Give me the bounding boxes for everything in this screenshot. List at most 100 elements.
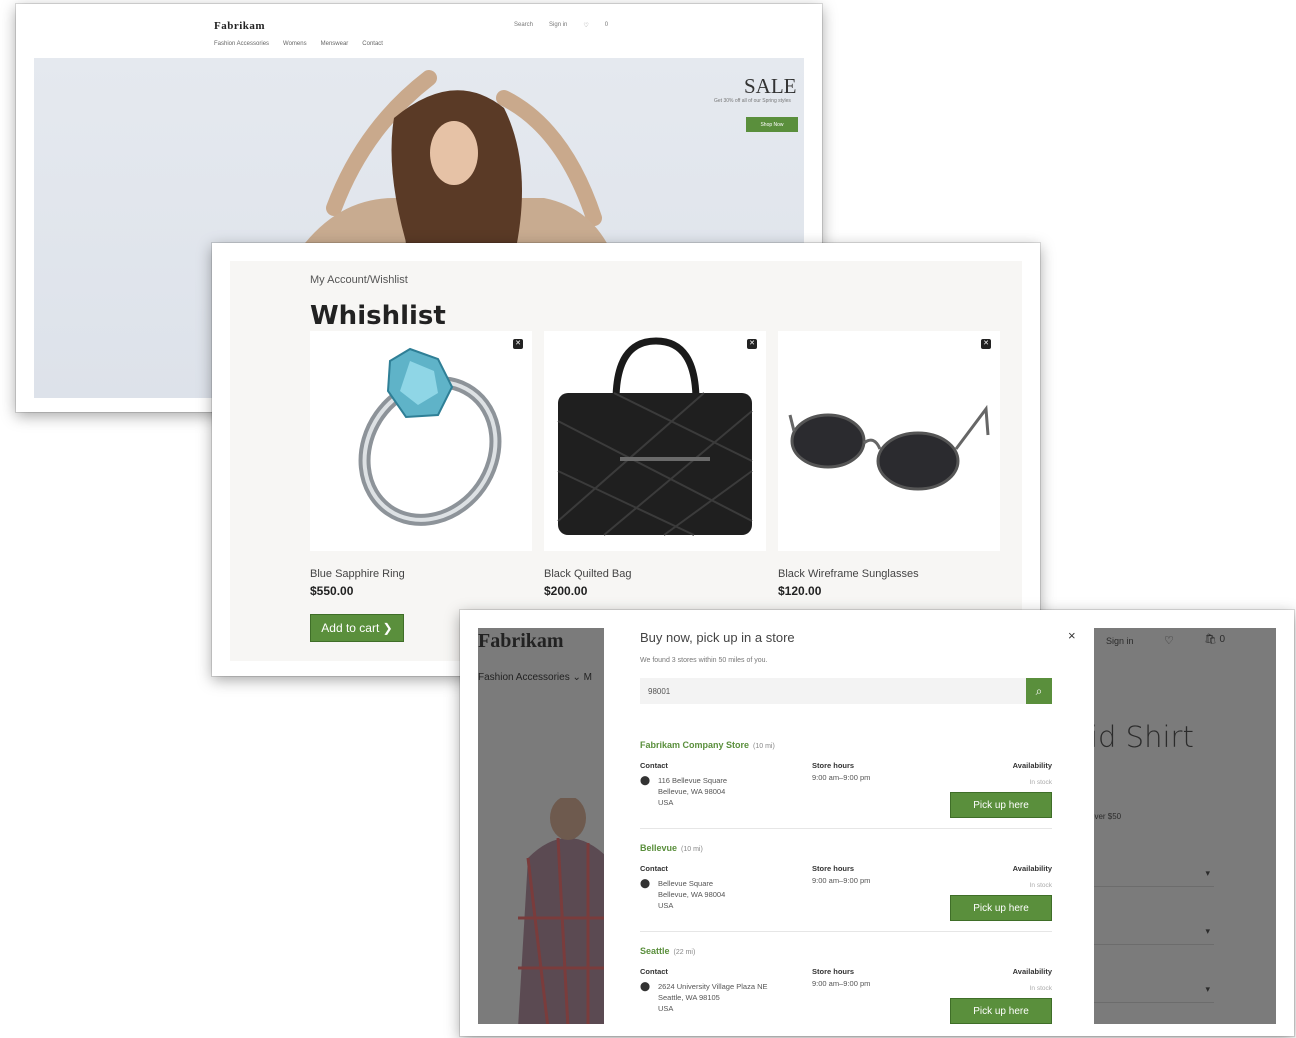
- chevron-down-icon: ▾: [1205, 868, 1210, 878]
- address-line: Seattle, WA 98105: [658, 993, 720, 1002]
- availability-label: Availability: [1012, 761, 1052, 770]
- availability-label: Availability: [1012, 967, 1052, 976]
- product-tile-sunglasses[interactable]: ✕: [778, 331, 1000, 551]
- contact-label: Contact: [640, 761, 668, 770]
- nav-item-contact[interactable]: Contact: [362, 41, 383, 47]
- remove-icon[interactable]: ✕: [981, 339, 991, 349]
- divider: [640, 828, 1052, 829]
- pick-up-here-button[interactable]: Pick up here: [950, 792, 1052, 818]
- nav-item-menswear[interactable]: Menswear: [321, 41, 349, 47]
- pick-up-here-button[interactable]: Pick up here: [950, 998, 1052, 1024]
- store-address: 116 Bellevue Square Bellevue, WA 98004 U…: [658, 775, 727, 808]
- availability-label: Availability: [1012, 864, 1052, 873]
- store-distance: (10 mi): [681, 846, 703, 853]
- wishlist-heart-icon[interactable]: ♡: [583, 22, 588, 29]
- store-distance: (10 mi): [753, 743, 775, 750]
- store-name: Fabrikam Company Store: [640, 740, 750, 750]
- product-tile-bag[interactable]: ✕: [544, 331, 766, 551]
- remove-icon[interactable]: ✕: [513, 339, 523, 349]
- hours-label: Store hours: [812, 761, 855, 770]
- nav-item-womens[interactable]: Womens: [283, 41, 307, 47]
- site-header: Fabrikam Fashion Accessories Womens Mens…: [16, 4, 822, 58]
- sale-subtitle: Get 30% off all of our Spring styles: [714, 98, 791, 104]
- address-line: USA: [658, 901, 674, 910]
- product-price: $200.00: [544, 584, 588, 598]
- search-icon: ⌕: [1035, 683, 1043, 698]
- location-pin-icon: ⬤: [640, 981, 651, 991]
- store-hours: 9:00 am–9:00 pm: [812, 773, 871, 782]
- wishlist-page: My Account/Wishlist Whishlist ✕ ✕ ✕ Blue…: [230, 261, 1022, 661]
- chevron-down-icon: ▾: [1205, 926, 1210, 936]
- wishlist-heart-icon: ♡: [1164, 635, 1174, 647]
- address-line: 116 Bellevue Square: [658, 776, 728, 785]
- store-distance: (22 mi): [673, 949, 696, 956]
- cart-icon[interactable]: 0: [605, 22, 608, 29]
- store-name-line: Seattle (22 mi): [640, 946, 695, 956]
- product-name[interactable]: Black Wireframe Sunglasses: [778, 568, 919, 580]
- chevron-down-icon: ▾: [1205, 984, 1210, 994]
- zip-search-input[interactable]: [640, 678, 1010, 704]
- store-name-line: Fabrikam Company Store (10 mi): [640, 740, 775, 750]
- main-nav: Fashion Accessories ⌄ M: [478, 672, 592, 683]
- nav-item-fashion-accessories[interactable]: Fashion Accessories: [214, 41, 269, 47]
- location-pin-icon: ⬤: [640, 775, 651, 785]
- cart-icon: 🛍 0: [1204, 634, 1226, 645]
- utility-nav: Search Sign in ♡ 0: [514, 22, 608, 29]
- product-name[interactable]: Blue Sapphire Ring: [310, 568, 405, 580]
- availability-status: In stock: [1029, 882, 1052, 889]
- search-button[interactable]: ⌕: [1026, 678, 1052, 704]
- bag-image: [557, 337, 753, 536]
- product-price: $120.00: [778, 584, 822, 598]
- store-hours: 9:00 am–9:00 pm: [812, 979, 871, 988]
- store-address: Bellevue Square Bellevue, WA 98004 USA: [658, 878, 725, 911]
- address-line: Bellevue, WA 98004: [658, 787, 726, 796]
- option-row: ▾: [1090, 860, 1214, 887]
- search-link[interactable]: Search: [514, 22, 533, 29]
- main-nav: Fashion Accessories Womens Menswear Cont…: [214, 41, 383, 47]
- ring-image: [358, 347, 502, 526]
- close-icon[interactable]: ×: [1068, 628, 1076, 643]
- option-row: ▾: [1090, 976, 1214, 1003]
- product-name[interactable]: Black Quilted Bag: [544, 568, 631, 580]
- store-address: 2624 University Village Plaza NE Seattle…: [658, 981, 768, 1014]
- zip-search-field: [640, 678, 1026, 704]
- sign-in-link[interactable]: Sign in: [549, 22, 567, 29]
- sale-title: SALE: [744, 74, 797, 98]
- availability-status: In stock: [1029, 779, 1052, 786]
- pickup-dialog: Buy now, pick up in a store × We found 3…: [604, 610, 1094, 1036]
- pick-up-here-button[interactable]: Pick up here: [950, 895, 1052, 921]
- address-line: USA: [658, 1004, 674, 1013]
- contact-label: Contact: [640, 967, 668, 976]
- remove-icon[interactable]: ✕: [747, 339, 757, 349]
- breadcrumb[interactable]: My Account/Wishlist: [310, 274, 408, 286]
- site-logo: Fabrikam: [478, 630, 564, 652]
- address-line: USA: [658, 798, 674, 807]
- store-hours: 9:00 am–9:00 pm: [812, 876, 871, 885]
- availability-status: In stock: [1029, 985, 1052, 992]
- shirt-model-image: [518, 798, 613, 1024]
- divider: [640, 931, 1052, 932]
- hours-label: Store hours: [812, 864, 855, 873]
- hours-label: Store hours: [812, 967, 855, 976]
- dialog-title: Buy now, pick up in a store: [640, 630, 795, 645]
- shop-now-button[interactable]: Shop Now: [746, 117, 798, 132]
- sign-in-link: Sign in: [1106, 636, 1134, 646]
- sunglasses-image: [788, 404, 990, 491]
- page-title: Whishlist: [310, 301, 446, 331]
- site-logo[interactable]: Fabrikam: [214, 20, 265, 32]
- product-price: $550.00: [310, 584, 354, 598]
- contact-label: Contact: [640, 864, 668, 873]
- pickup-screenshot: Fabrikam Fashion Accessories ⌄ M Sign in…: [460, 610, 1294, 1036]
- store-name: Bellevue: [640, 843, 678, 853]
- address-line: Bellevue Square: [658, 879, 714, 888]
- store-name-line: Bellevue (10 mi): [640, 843, 703, 853]
- product-title: id Shirt: [1090, 720, 1194, 754]
- add-to-cart-button[interactable]: Add to cart ❯: [310, 614, 404, 642]
- address-line: 2624 University Village Plaza NE: [658, 982, 768, 991]
- address-line: Bellevue, WA 98004: [658, 890, 726, 899]
- shipping-note: over $50: [1090, 812, 1122, 821]
- dialog-subtitle: We found 3 stores within 50 miles of you…: [640, 657, 768, 664]
- product-tile-ring[interactable]: ✕: [310, 331, 532, 551]
- cart-count: 0: [1219, 634, 1226, 645]
- location-pin-icon: ⬤: [640, 878, 651, 888]
